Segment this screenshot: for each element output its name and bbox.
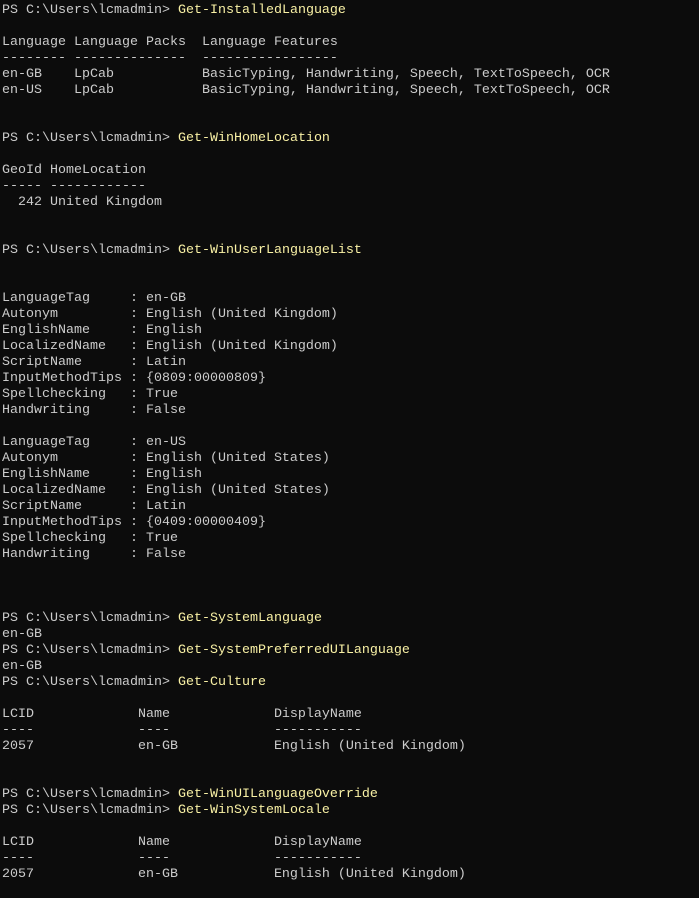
output-line: LocalizedName : English (United States) (2, 483, 330, 498)
output-line: InputMethodTips : {0409:00000409} (2, 515, 266, 530)
output-line: -------- -------------- ----------------… (2, 51, 338, 66)
prompt-line: PS C:\Users\lcmadmin> Get-SystemLanguage (2, 611, 322, 627)
command-text: Get-WinHomeLocation (177, 131, 330, 146)
prompt-text: PS C:\Users\lcmadmin> (2, 611, 178, 626)
output-line: ScriptName : Latin (2, 355, 186, 370)
prompt-line: PS C:\Users\lcmadmin> Get-WinHomeLocatio… (2, 131, 330, 147)
output-line: Autonym : English (United States) (2, 451, 330, 466)
command-text: Get-SystemPreferredUILanguage (177, 643, 410, 658)
output-line: 2057 en-GB English (United Kingdom) (2, 867, 466, 882)
output-line: Spellchecking : True (2, 531, 178, 546)
output-line: en-US LpCab BasicTyping, Handwriting, Sp… (2, 83, 610, 98)
output-line: ----- ------------ (2, 179, 146, 194)
output-line: EnglishName : English (2, 323, 202, 338)
output-line: LanguageTag : en-GB (2, 291, 186, 306)
command-text: Get-InstalledLanguage (177, 3, 346, 18)
output-line: ---- ---- ----------- (2, 851, 362, 866)
output-line: en-GB (2, 659, 42, 674)
command-text: Get-WinUserLanguageList (177, 243, 362, 258)
output-line: LCID Name DisplayName (2, 835, 362, 850)
output-line: ScriptName : Latin (2, 499, 186, 514)
prompt-text: PS C:\Users\lcmadmin> (2, 787, 178, 802)
prompt-text: PS C:\Users\lcmadmin> (2, 675, 178, 690)
output-line: en-GB (2, 627, 42, 642)
output-line: ---- ---- ----------- (2, 723, 362, 738)
output-line: 242 United Kingdom (2, 195, 162, 210)
prompt-text: PS C:\Users\lcmadmin> (2, 803, 178, 818)
output-line: en-GB LpCab BasicTyping, Handwriting, Sp… (2, 67, 610, 82)
output-line: InputMethodTips : {0809:00000809} (2, 371, 266, 386)
prompt-text: PS C:\Users\lcmadmin> (2, 243, 178, 258)
output-line: Autonym : English (United Kingdom) (2, 307, 338, 322)
prompt-text: PS C:\Users\lcmadmin> (2, 131, 178, 146)
command-text: Get-SystemLanguage (177, 611, 322, 626)
output-line: Spellchecking : True (2, 387, 178, 402)
output-line: EnglishName : English (2, 467, 202, 482)
command-text: Get-WinSystemLocale (177, 803, 330, 818)
output-line: Handwriting : False (2, 403, 186, 418)
prompt-line: PS C:\Users\lcmadmin> Get-WinUILanguageO… (2, 787, 378, 803)
output-line: GeoId HomeLocation (2, 163, 146, 178)
prompt-line: PS C:\Users\lcmadmin> Get-InstalledLangu… (2, 3, 346, 19)
command-text: Get-WinUILanguageOverride (177, 787, 378, 802)
prompt-text: PS C:\Users\lcmadmin> (2, 643, 178, 658)
prompt-line: PS C:\Users\lcmadmin> Get-WinUserLanguag… (2, 243, 362, 259)
output-line: LCID Name DisplayName (2, 707, 362, 722)
prompt-line: PS C:\Users\lcmadmin> Get-Culture (2, 675, 266, 691)
output-line: Language Language Packs Language Feature… (2, 35, 338, 50)
output-line: 2057 en-GB English (United Kingdom) (2, 739, 466, 754)
powershell-console[interactable]: PS C:\Users\lcmadmin> Get-InstalledLangu… (0, 0, 699, 898)
output-line: LocalizedName : English (United Kingdom) (2, 339, 338, 354)
output-line: LanguageTag : en-US (2, 435, 186, 450)
prompt-line: PS C:\Users\lcmadmin> Get-WinSystemLocal… (2, 803, 330, 819)
command-text: Get-Culture (177, 675, 266, 690)
prompt-text: PS C:\Users\lcmadmin> (2, 3, 178, 18)
prompt-line: PS C:\Users\lcmadmin> Get-SystemPreferre… (2, 643, 410, 659)
output-line: Handwriting : False (2, 547, 186, 562)
